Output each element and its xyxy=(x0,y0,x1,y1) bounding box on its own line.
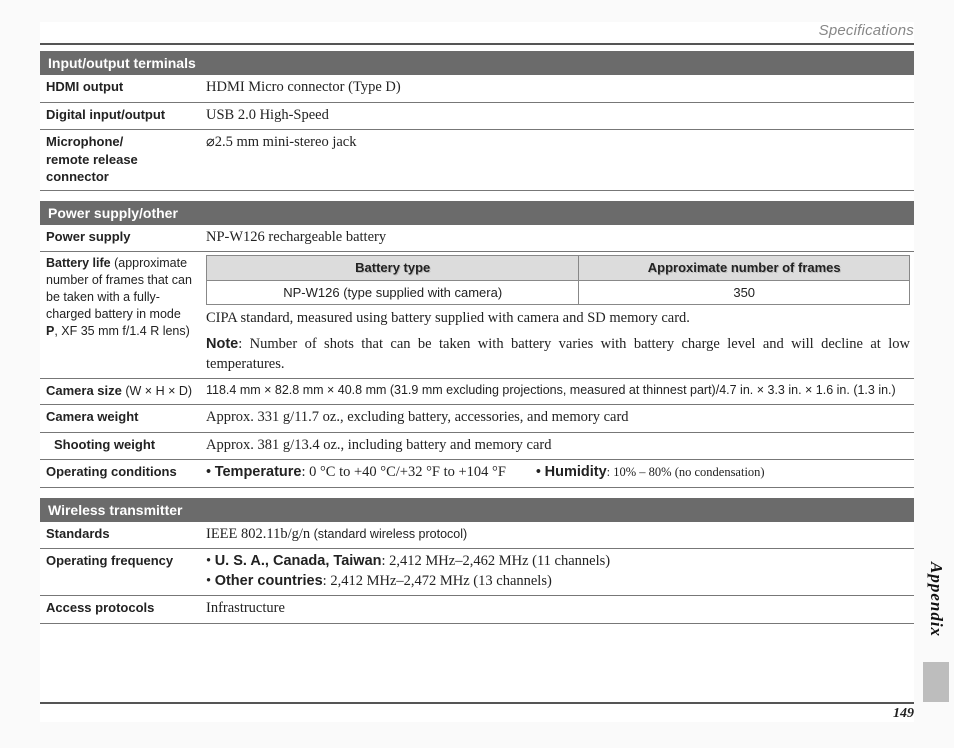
footer-rule xyxy=(40,702,914,704)
label-operating-frequency: Operating frequency xyxy=(40,552,202,591)
battery-table-h1: Battery type xyxy=(207,256,579,281)
label-power-supply: Power supply xyxy=(40,228,202,248)
label-operating-conditions: Operating conditions xyxy=(40,463,202,483)
row-mic: Microphone/ remote release connector ⌀2.… xyxy=(40,130,914,191)
battery-note-label: Note xyxy=(206,336,238,352)
battery-cipa-text: CIPA standard, measured using battery su… xyxy=(206,309,910,329)
battery-table: Battery type Approximate number of frame… xyxy=(206,255,910,305)
standards-main: IEEE 802.11b/g/n xyxy=(206,526,310,542)
value-hdmi: HDMI Micro connector (Type D) xyxy=(202,78,914,98)
op-humidity-value: : 10% – 80% (no condensation) xyxy=(607,465,765,479)
label-mic-line1: Microphone/ xyxy=(46,134,123,149)
header-title: Specifications xyxy=(40,22,914,39)
row-operating-conditions: Operating conditions Temperature: 0 °C t… xyxy=(40,460,914,488)
label-shooting-weight: Shooting weight xyxy=(40,436,202,456)
value-access-protocols: Infrastructure xyxy=(202,599,914,619)
label-camera-size-sub: (W × H × D) xyxy=(122,384,192,398)
page-number: 149 xyxy=(40,706,914,722)
label-camera-weight: Camera weight xyxy=(40,408,202,428)
battery-note-body: : Number of shots that can be taken with… xyxy=(206,336,910,372)
freq-region-1: U. S. A., Canada, Taiwan xyxy=(215,553,382,569)
row-camera-size: Camera size (W × H × D) 118.4 mm × 82.8 … xyxy=(40,379,914,405)
value-mic: ⌀2.5 mm mini-stereo jack xyxy=(202,133,914,186)
row-digital-io: Digital input/output USB 2.0 High-Speed xyxy=(40,103,914,131)
section-bar-wireless: Wireless transmitter xyxy=(40,498,914,522)
freq-region-2: Other countries xyxy=(215,573,323,589)
row-access-protocols: Access protocols Infrastructure xyxy=(40,596,914,624)
page: Specifications Input/output terminals HD… xyxy=(40,22,914,722)
label-camera-size-main: Camera size xyxy=(46,383,122,398)
value-operating-frequency: • U. S. A., Canada, Taiwan: 2,412 MHz–2,… xyxy=(202,552,914,591)
side-tab: Appendix xyxy=(920,562,952,702)
value-shooting-weight: Approx. 381 g/13.4 oz., including batter… xyxy=(202,436,914,456)
label-battery-life: Battery life (approximate number of fram… xyxy=(40,255,202,374)
value-digital-io: USB 2.0 High-Speed xyxy=(202,106,914,126)
row-shooting-weight: Shooting weight Approx. 381 g/13.4 oz., … xyxy=(40,433,914,461)
row-battery-life: Battery life (approximate number of fram… xyxy=(40,252,914,379)
standards-sub: (standard wireless protocol) xyxy=(310,527,467,541)
battery-table-c1: NP-W126 (type supplied with camera) xyxy=(207,280,579,305)
value-power-supply: NP-W126 rechargeable battery xyxy=(202,228,914,248)
row-power-supply: Power supply NP-W126 rechargeable batter… xyxy=(40,225,914,253)
battery-table-c2: 350 xyxy=(579,280,910,305)
label-standards: Standards xyxy=(40,525,202,545)
value-camera-size: 118.4 mm × 82.8 mm × 40.8 mm (31.9 mm ex… xyxy=(202,382,914,400)
label-access-protocols: Access protocols xyxy=(40,599,202,619)
label-mic-line2: remote release connector xyxy=(46,152,138,185)
battery-table-h2: Approximate number of frames xyxy=(579,256,910,281)
value-battery-life: Battery type Approximate number of frame… xyxy=(202,255,914,374)
row-operating-frequency: Operating frequency • U. S. A., Canada, … xyxy=(40,549,914,596)
row-hdmi: HDMI output HDMI Micro connector (Type D… xyxy=(40,75,914,103)
op-temp-label: Temperature xyxy=(215,464,302,480)
label-camera-size: Camera size (W × H × D) xyxy=(40,382,202,400)
header-rule xyxy=(40,43,914,45)
section-bar-power: Power supply/other xyxy=(40,201,914,225)
label-battery-life-main: Battery life xyxy=(46,256,111,270)
row-standards: Standards IEEE 802.11b/g/n (standard wir… xyxy=(40,522,914,550)
label-mic: Microphone/ remote release connector xyxy=(40,133,202,186)
label-hdmi: HDMI output xyxy=(40,78,202,98)
value-camera-weight: Approx. 331 g/11.7 oz., excluding batter… xyxy=(202,408,914,428)
side-tab-label: Appendix xyxy=(926,562,946,637)
op-humidity-label: Humidity xyxy=(545,464,607,480)
label-digital-io: Digital input/output xyxy=(40,106,202,126)
label-battery-life-tail: , XF 35 mm f/1.4 R lens) xyxy=(54,324,189,338)
side-tab-block xyxy=(923,662,949,702)
freq-value-1: : 2,412 MHz–2,462 MHz (11 channels) xyxy=(382,553,611,569)
value-standards: IEEE 802.11b/g/n (standard wireless prot… xyxy=(202,525,914,545)
value-operating-conditions: Temperature: 0 °C to +40 °C/+32 °F to +1… xyxy=(202,463,914,483)
op-temp-value: : 0 °C to +40 °C/+32 °F to +104 °F xyxy=(301,464,505,480)
freq-value-2: : 2,412 MHz–2,472 MHz (13 channels) xyxy=(323,573,552,589)
section-bar-io: Input/output terminals xyxy=(40,51,914,75)
row-camera-weight: Camera weight Approx. 331 g/11.7 oz., ex… xyxy=(40,405,914,433)
